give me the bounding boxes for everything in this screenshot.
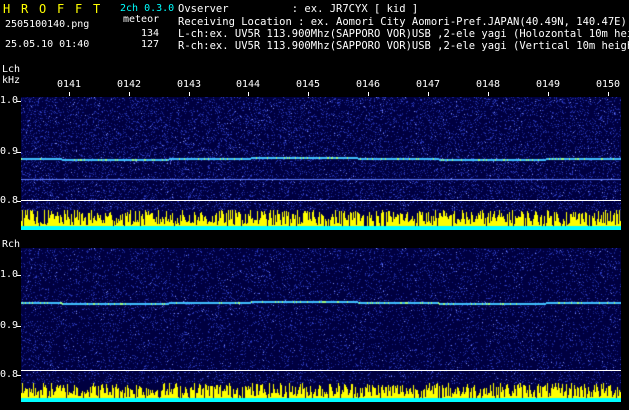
time-tick (248, 92, 249, 96)
time-tick (308, 92, 309, 96)
title-letter: H (3, 2, 11, 16)
time-tick (129, 92, 130, 96)
time-tick (368, 92, 369, 96)
time-tick (189, 92, 190, 96)
file-name: 2505100140.png (5, 19, 90, 30)
mode-label: 2ch 0.3.0 (120, 3, 175, 14)
category-label: meteor (123, 14, 160, 25)
time-tick-label: 0148 (476, 79, 501, 90)
time-tick-label: 0145 (296, 79, 321, 90)
lch-ytick-label: 0.8 (0, 195, 19, 206)
lch-spectrogram[interactable] (21, 97, 621, 230)
rch-spectrogram-canvas (21, 248, 621, 402)
unit-label: kHz (2, 75, 21, 86)
title-letter: T (93, 2, 101, 16)
location-line: Receiving Location : ex. Aomori City Aom… (178, 16, 627, 28)
rch-ytick-label: 0.9 (0, 320, 19, 331)
count-rch: 127 (141, 39, 160, 50)
title-letter: F (75, 2, 83, 16)
lch-baseline (21, 200, 621, 201)
observer-line: Ovserver : ex. JR7CYX [ kid ] (178, 3, 419, 15)
rch-baseline (21, 370, 621, 371)
time-tick-label: 0146 (356, 79, 381, 90)
rch-ytick-label: 0.8 (0, 369, 19, 380)
lch-label: Lch (2, 64, 21, 75)
time-tick (69, 92, 70, 96)
count-lch: 134 (141, 28, 160, 39)
title-letter: F (57, 2, 65, 16)
lch-info-line: L-ch:ex. UV5R 113.900Mhz(SAPPORO VOR)USB… (178, 28, 629, 40)
time-tick-label: 0143 (177, 79, 202, 90)
rch-info-line: R-ch:ex. UV5R 113.900Mhz(SAPPORO VOR)USB… (178, 40, 629, 52)
time-tick-label: 0147 (416, 79, 441, 90)
time-tick (488, 92, 489, 96)
date-time: 25.05.10 01:40 (5, 39, 90, 50)
time-tick-label: 0150 (596, 79, 621, 90)
rch-ytick-label: 1.0 (0, 269, 19, 280)
title-letter: O (39, 2, 47, 16)
lch-ytick-label: 1.0 (0, 95, 19, 106)
lch-spectrogram-canvas (21, 97, 621, 230)
time-tick-label: 0141 (57, 79, 82, 90)
title-letter: R (21, 2, 29, 16)
rch-label: Rch (2, 239, 21, 250)
time-tick-label: 0144 (236, 79, 261, 90)
time-tick (608, 92, 609, 96)
time-tick-label: 0149 (536, 79, 561, 90)
lch-ytick-label: 0.9 (0, 146, 19, 157)
rch-spectrogram[interactable] (21, 248, 621, 402)
time-tick-label: 0142 (117, 79, 142, 90)
time-tick (548, 92, 549, 96)
time-tick (428, 92, 429, 96)
